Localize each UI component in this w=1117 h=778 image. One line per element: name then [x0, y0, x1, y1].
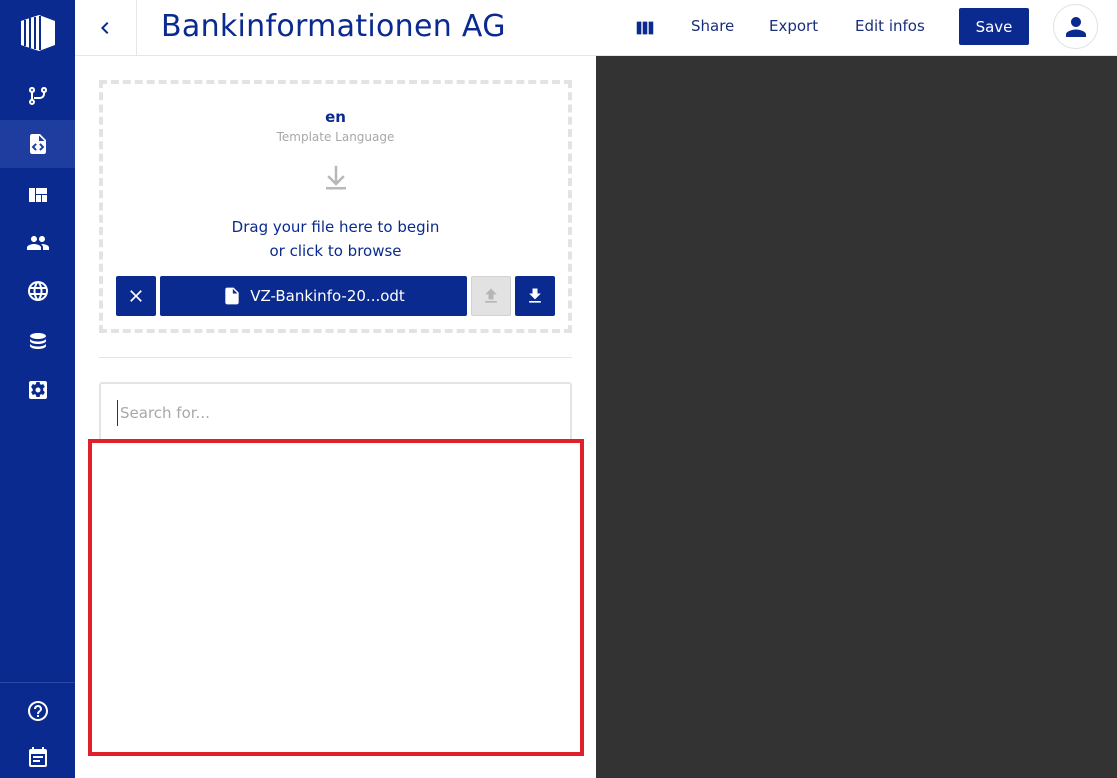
template-language-caption: Template Language — [276, 130, 395, 144]
user-avatar[interactable] — [1053, 4, 1098, 49]
download-icon — [529, 288, 541, 303]
remove-file-button[interactable] — [116, 276, 156, 316]
view-columns-icon — [636, 21, 654, 35]
branch-icon — [28, 87, 47, 105]
sidebar-item-users[interactable] — [0, 219, 75, 267]
header-divider — [136, 0, 137, 56]
sidebar-divider — [0, 682, 75, 683]
search-box — [99, 382, 572, 442]
sidebar-item-versions[interactable] — [0, 72, 75, 120]
template-file-name: VZ-Bankinfo-20...odt — [250, 287, 405, 305]
template-language-code: en — [325, 108, 346, 126]
sidebar-item-changelog[interactable] — [0, 733, 75, 778]
share-button[interactable]: Share — [691, 17, 734, 35]
panel-divider — [99, 357, 572, 358]
upload-button[interactable] — [471, 276, 511, 316]
template-panel: en Template Language Drag your file here… — [75, 56, 596, 778]
calendar-icon — [28, 747, 47, 767]
template-file-button[interactable]: VZ-Bankinfo-20...odt — [160, 276, 467, 316]
dashboard-icon — [28, 188, 47, 202]
view-columns-button[interactable] — [631, 14, 659, 42]
upload-icon — [485, 288, 497, 303]
sidebar — [0, 0, 75, 778]
page-title: Bankinformationen AG — [161, 9, 506, 44]
download-button[interactable] — [515, 276, 555, 316]
settings-icon — [28, 381, 47, 399]
sidebar-item-templates[interactable] — [0, 120, 75, 168]
sidebar-item-languages[interactable] — [0, 267, 75, 315]
database-icon — [29, 333, 46, 349]
dropzone-instruction: Drag your file here to begin — [231, 218, 440, 236]
sidebar-item-help[interactable] — [0, 687, 75, 735]
close-icon — [130, 290, 142, 302]
help-icon — [27, 701, 48, 721]
chevron-left-icon — [101, 22, 109, 34]
dropzone-browse-hint: or click to browse — [269, 242, 402, 260]
top-header: Bankinformationen AG Share Export Edit i… — [75, 0, 1117, 56]
user-icon — [1065, 16, 1086, 37]
file-icon — [225, 287, 239, 305]
globe-icon — [27, 281, 48, 301]
document-preview-area — [596, 56, 1117, 778]
download-arrow-icon — [321, 162, 351, 192]
export-button[interactable]: Export — [769, 17, 818, 35]
back-button[interactable] — [75, 0, 135, 56]
edit-infos-button[interactable]: Edit infos — [855, 17, 925, 35]
logo-icon — [20, 15, 55, 51]
people-icon — [26, 236, 49, 250]
search-input[interactable] — [117, 400, 547, 426]
app-logo[interactable] — [0, 0, 75, 66]
highlighted-results-area — [88, 439, 584, 756]
sidebar-item-dashboard[interactable] — [0, 171, 75, 219]
save-button[interactable]: Save — [959, 8, 1029, 45]
code-file-icon — [29, 134, 46, 154]
file-dropzone[interactable]: en Template Language Drag your file here… — [99, 80, 572, 333]
sidebar-item-settings[interactable] — [0, 366, 75, 414]
sidebar-item-data[interactable] — [0, 318, 75, 366]
